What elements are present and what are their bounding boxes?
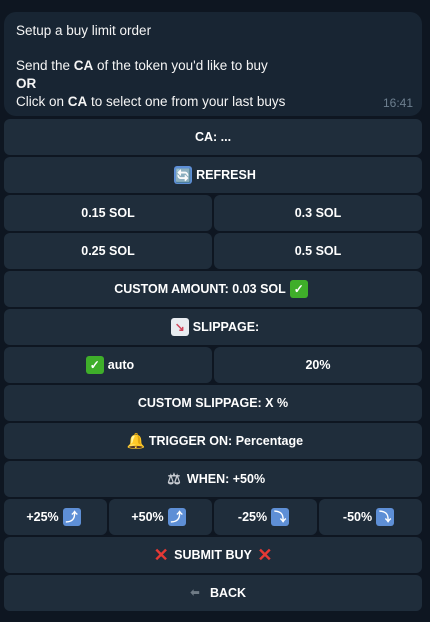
when-label: WHEN: +50% xyxy=(186,472,266,486)
refresh-button[interactable]: 🔄 REFRESH xyxy=(4,157,422,193)
message-text: Click on xyxy=(16,94,68,109)
message-text: to select one from your last buys xyxy=(87,94,286,109)
minus-25-button[interactable]: -25% ⤵ xyxy=(214,499,317,535)
message-instruction-send: Send the CA of the token you'd like to b… xyxy=(16,57,410,75)
back-button[interactable]: ⬅ BACK xyxy=(4,575,422,611)
bot-message: Setup a buy limit order Send the CA of t… xyxy=(4,12,422,116)
custom-slippage-button[interactable]: CUSTOM SLIPPAGE: X % xyxy=(4,385,422,421)
arrow-down-icon: ⤵ xyxy=(376,508,395,526)
message-or-bold: OR xyxy=(16,76,37,91)
custom-amount-label: CUSTOM AMOUNT: 0.03 SOL xyxy=(114,282,286,296)
trigger-on-label: TRIGGER ON: Percentage xyxy=(148,434,304,448)
check-mark-icon: ✓ xyxy=(85,356,104,374)
inline-keyboard: CA: ... 🔄 REFRESH 0.15 SOL 0.3 SOL 0.25 S… xyxy=(4,119,422,613)
arrow-up-icon: ⤴ xyxy=(167,508,186,526)
keyboard-row: 0.25 SOL 0.5 SOL xyxy=(4,233,422,269)
slippage-button[interactable]: ↘ SLIPPAGE: xyxy=(4,309,422,345)
arrow-down-icon: ⤵ xyxy=(271,508,290,526)
check-mark-icon: ✓ xyxy=(289,280,308,298)
minus-50-label: -50% xyxy=(342,510,373,524)
keyboard-row: CUSTOM SLIPPAGE: X % xyxy=(4,385,422,421)
slippage-auto-label: auto xyxy=(107,358,135,372)
amount-0-3-button[interactable]: 0.3 SOL xyxy=(214,195,422,231)
amount-label: 0.25 SOL xyxy=(81,244,135,258)
plus-25-label: +25% xyxy=(26,510,59,524)
message-timestamp: 16:41 xyxy=(382,96,413,110)
back-label: BACK xyxy=(209,586,247,600)
plus-25-button[interactable]: +25% ⤴ xyxy=(4,499,107,535)
when-button[interactable]: ⚖ WHEN: +50% xyxy=(4,461,422,497)
keyboard-row: ⚖ WHEN: +50% xyxy=(4,461,422,497)
cross-mark-icon: ✕ xyxy=(153,545,169,565)
keyboard-row: 0.15 SOL 0.3 SOL xyxy=(4,195,422,231)
submit-buy-button[interactable]: ✕ SUBMIT BUY ✕ xyxy=(4,537,422,573)
chart-decreasing-icon: ↘ xyxy=(170,318,189,336)
keyboard-row: CUSTOM AMOUNT: 0.03 SOL ✓ xyxy=(4,271,422,307)
slippage-20-label: 20% xyxy=(305,358,331,372)
arrow-up-icon: ⤴ xyxy=(62,508,81,526)
slippage-auto-button[interactable]: ✓ auto xyxy=(4,347,212,383)
message-instruction-click: Click on CA to select one from your last… xyxy=(16,93,410,111)
slippage-20-button[interactable]: 20% xyxy=(214,347,422,383)
keyboard-row: ✕ SUBMIT BUY ✕ xyxy=(4,537,422,573)
refresh-label: REFRESH xyxy=(196,168,256,182)
amount-0-15-button[interactable]: 0.15 SOL xyxy=(4,195,212,231)
slippage-label: SLIPPAGE: xyxy=(192,320,260,334)
plus-50-button[interactable]: +50% ⤴ xyxy=(109,499,212,535)
amount-label: 0.15 SOL xyxy=(81,206,135,220)
back-arrow-icon: ⬅ xyxy=(190,586,200,599)
keyboard-row: +25% ⤴ +50% ⤴ -25% ⤵ -50% ⤵ xyxy=(4,499,422,535)
keyboard-row: ⬅ BACK xyxy=(4,575,422,611)
message-ca-bold: CA xyxy=(67,94,88,109)
minus-50-button[interactable]: -50% ⤵ xyxy=(319,499,422,535)
balance-scale-icon: ⚖ xyxy=(167,470,181,488)
trigger-on-button[interactable]: 🔔 TRIGGER ON: Percentage xyxy=(4,423,422,459)
bell-icon: 🔔 xyxy=(126,432,146,450)
ca-button[interactable]: CA: ... xyxy=(4,119,422,155)
custom-slippage-label: CUSTOM SLIPPAGE: X % xyxy=(137,396,289,410)
amount-label: 0.5 SOL xyxy=(294,244,342,258)
message-ca-bold: CA xyxy=(73,58,94,73)
custom-amount-button[interactable]: CUSTOM AMOUNT: 0.03 SOL ✓ xyxy=(4,271,422,307)
keyboard-row: CA: ... xyxy=(4,119,422,155)
submit-buy-label: SUBMIT BUY xyxy=(174,548,252,562)
keyboard-row: 🔄 REFRESH xyxy=(4,157,422,193)
refresh-icon: 🔄 xyxy=(174,166,193,184)
message-text: Send the xyxy=(16,58,74,73)
keyboard-row: ↘ SLIPPAGE: xyxy=(4,309,422,345)
cross-mark-icon: ✕ xyxy=(257,545,273,565)
minus-25-label: -25% xyxy=(237,510,268,524)
keyboard-row: ✓ auto 20% xyxy=(4,347,422,383)
message-text: of the token you'd like to buy xyxy=(93,58,268,73)
ca-label: CA: ... xyxy=(194,130,232,144)
plus-50-label: +50% xyxy=(131,510,164,524)
amount-label: 0.3 SOL xyxy=(294,206,342,220)
amount-0-25-button[interactable]: 0.25 SOL xyxy=(4,233,212,269)
message-or: OR xyxy=(16,75,410,93)
message-title: Setup a buy limit order xyxy=(16,23,152,38)
keyboard-row: 🔔 TRIGGER ON: Percentage xyxy=(4,423,422,459)
amount-0-5-button[interactable]: 0.5 SOL xyxy=(214,233,422,269)
